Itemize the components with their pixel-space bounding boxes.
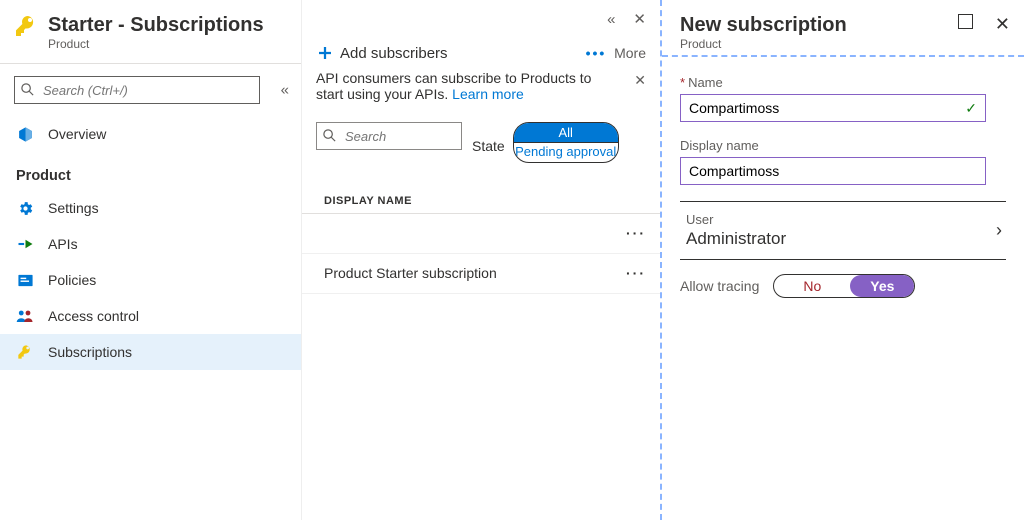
name-label: *Name xyxy=(680,75,1006,90)
toolbar: Add subscribers ••• More xyxy=(302,28,660,70)
state-toggle: All Pending approval xyxy=(513,122,619,163)
subscription-search xyxy=(316,122,462,150)
required-icon: * xyxy=(680,75,685,90)
dismiss-info-icon[interactable]: ✕ xyxy=(634,72,646,89)
section-header: Product xyxy=(0,152,301,190)
left-pane: Starter - Subscriptions Product « Overvi… xyxy=(0,0,302,520)
maximize-icon[interactable] xyxy=(958,14,973,29)
search-icon xyxy=(20,82,35,97)
display-name-input[interactable] xyxy=(689,163,977,179)
user-label: User xyxy=(686,212,786,227)
collapse-menu-icon[interactable]: « xyxy=(281,82,289,99)
dots-icon: ••• xyxy=(586,45,607,61)
state-all-button[interactable]: All xyxy=(514,123,618,143)
panel-subtitle: Product xyxy=(680,37,847,51)
subscription-search-input[interactable] xyxy=(316,122,462,150)
policies-icon xyxy=(16,271,34,289)
allow-tracing-row: Allow tracing No Yes xyxy=(680,274,1006,298)
nav-settings[interactable]: Settings xyxy=(0,190,301,226)
user-value: Administrator xyxy=(686,229,786,249)
nav-apis[interactable]: APIs xyxy=(0,226,301,262)
nav-label: Access control xyxy=(48,308,139,324)
nav-label: Policies xyxy=(48,272,96,288)
close-icon[interactable]: ✕ xyxy=(633,10,646,28)
row-menu-icon[interactable]: ··· xyxy=(626,265,646,281)
table-row[interactable]: ··· xyxy=(302,214,660,254)
learn-more-link[interactable]: Learn more xyxy=(452,86,524,102)
minimize-icon[interactable]: « xyxy=(607,11,615,28)
middle-pane: « ✕ Add subscribers ••• More API consume… xyxy=(302,0,662,520)
right-header: New subscription Product ✕ xyxy=(662,0,1024,55)
toggle-yes: Yes xyxy=(850,275,914,297)
nav-policies[interactable]: Policies xyxy=(0,262,301,298)
nav-label: Subscriptions xyxy=(48,344,132,360)
allow-tracing-label: Allow tracing xyxy=(680,278,759,294)
panel-title: New subscription xyxy=(680,14,847,37)
state-label: State xyxy=(472,138,505,154)
column-header: DISPLAY NAME xyxy=(302,167,660,214)
cube-icon xyxy=(16,125,34,143)
chevron-right-icon: › xyxy=(996,220,1002,241)
menu-search-row: « xyxy=(14,76,287,104)
nav-label: Overview xyxy=(48,126,106,142)
toggle-no: No xyxy=(774,278,850,294)
right-pane: New subscription Product ✕ *Name ✓ Displ… xyxy=(662,0,1024,520)
nav-subscriptions[interactable]: Subscriptions xyxy=(0,334,301,370)
blade-title: Starter - Subscriptions xyxy=(48,14,264,37)
blade-header: Starter - Subscriptions Product xyxy=(0,0,301,53)
nav-overview[interactable]: Overview xyxy=(0,116,301,152)
middle-top-controls: « ✕ xyxy=(302,0,660,28)
check-icon: ✓ xyxy=(965,100,977,117)
more-button[interactable]: ••• More xyxy=(586,45,646,61)
blade-subtitle: Product xyxy=(48,37,264,51)
plus-icon xyxy=(316,44,334,62)
more-label: More xyxy=(614,45,646,61)
people-icon xyxy=(16,307,34,325)
name-input[interactable] xyxy=(689,100,959,116)
key-icon xyxy=(16,343,34,361)
table-row[interactable]: Product Starter subscription ··· xyxy=(302,254,660,294)
info-banner: API consumers can subscribe to Products … xyxy=(302,70,660,102)
user-selector[interactable]: User Administrator › xyxy=(680,201,1006,260)
divider xyxy=(0,63,301,64)
add-subscribers-button[interactable]: Add subscribers xyxy=(316,44,448,62)
gear-icon xyxy=(16,199,34,217)
nav-label: APIs xyxy=(48,236,78,252)
display-name-field[interactable] xyxy=(680,157,986,185)
allow-tracing-toggle[interactable]: No Yes xyxy=(773,274,915,298)
filter-row: State All Pending approval xyxy=(302,102,660,167)
add-label: Add subscribers xyxy=(340,45,448,62)
key-icon xyxy=(14,14,38,38)
row-name: Product Starter subscription xyxy=(324,265,497,281)
state-pending-button[interactable]: Pending approval xyxy=(514,143,618,162)
menu-search-input[interactable] xyxy=(14,76,260,104)
apis-icon xyxy=(16,235,34,253)
display-name-label: Display name xyxy=(680,138,1006,153)
row-menu-icon[interactable]: ··· xyxy=(626,225,646,241)
panel-body: *Name ✓ Display name User Administrator … xyxy=(662,55,1024,316)
nav-access-control[interactable]: Access control xyxy=(0,298,301,334)
name-field[interactable]: ✓ xyxy=(680,94,986,122)
nav-label: Settings xyxy=(48,200,99,216)
close-icon[interactable]: ✕ xyxy=(995,14,1010,35)
search-icon xyxy=(322,128,337,143)
